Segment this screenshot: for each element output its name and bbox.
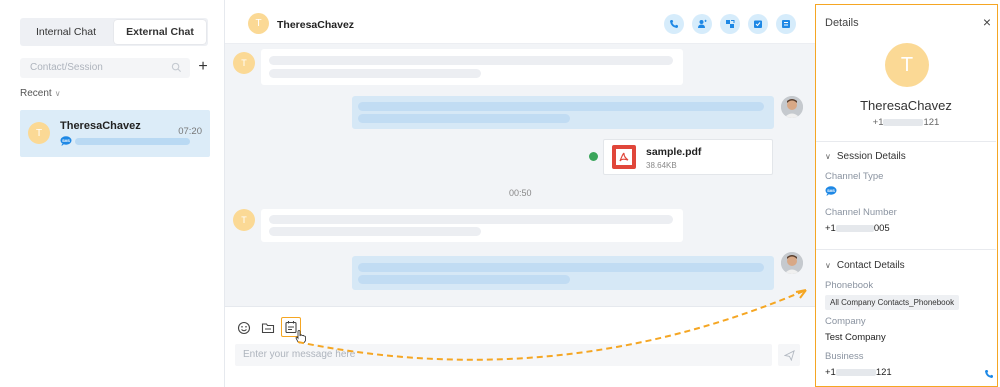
divider bbox=[816, 141, 996, 142]
phone-icon bbox=[670, 20, 678, 28]
session-item[interactable]: T TheresaChavez 07:20 SMS bbox=[20, 110, 210, 157]
business-number-value: +1 121 bbox=[825, 367, 892, 378]
tab-external-chat[interactable]: External Chat bbox=[114, 20, 206, 44]
send-icon bbox=[783, 349, 795, 361]
search-placeholder: Contact/Session bbox=[30, 62, 103, 73]
sms-icon: SMS bbox=[60, 136, 72, 146]
session-details-toggle[interactable]: ∨ Session Details bbox=[825, 151, 906, 162]
chat-title: TheresaChavez bbox=[277, 19, 355, 31]
contact-details-toggle[interactable]: ∨ Contact Details bbox=[825, 260, 905, 271]
avatar: T bbox=[248, 13, 269, 34]
svg-text:SMS: SMS bbox=[62, 139, 70, 143]
channel-type-label: Channel Type bbox=[825, 171, 884, 182]
phone-suffix: 121 bbox=[923, 117, 940, 128]
company-value: Test Company bbox=[825, 332, 886, 343]
chevron-down-icon: ∨ bbox=[825, 261, 831, 270]
section-title: Session Details bbox=[836, 151, 906, 162]
phone-icon[interactable] bbox=[984, 369, 994, 379]
message-composer: Enter your message here bbox=[225, 306, 815, 387]
message-line bbox=[269, 215, 673, 224]
message-line bbox=[358, 263, 764, 272]
phonebook-label: Phonebook bbox=[825, 280, 874, 291]
message-line bbox=[269, 56, 673, 65]
agent-avatar bbox=[781, 252, 803, 274]
download-icon[interactable] bbox=[589, 152, 598, 161]
cursor-hand-icon bbox=[295, 330, 306, 344]
number-prefix: +1 bbox=[825, 367, 836, 378]
recent-label: Recent bbox=[20, 88, 52, 99]
redacted-mask bbox=[835, 224, 874, 232]
outgoing-message bbox=[352, 96, 774, 129]
agent-avatar bbox=[781, 96, 803, 118]
message-line bbox=[269, 227, 481, 236]
chat-type-tabs: Internal Chat External Chat bbox=[20, 18, 208, 46]
redacted-mask bbox=[883, 118, 924, 126]
file-attachment[interactable]: sample.pdf 38.64KB bbox=[603, 139, 773, 175]
phone-prefix: +1 bbox=[872, 117, 884, 128]
business-label: Business bbox=[825, 351, 864, 362]
company-label: Company bbox=[825, 316, 866, 327]
session-list-panel: Internal Chat External Chat Contact/Sess… bbox=[0, 0, 225, 387]
message-line bbox=[358, 102, 764, 111]
file-name: sample.pdf bbox=[646, 146, 702, 158]
message-line bbox=[358, 275, 570, 284]
add-contact-icon bbox=[698, 19, 707, 28]
send-button[interactable] bbox=[778, 344, 800, 366]
contact-phone: +1 121 bbox=[816, 117, 996, 128]
close-session-icon bbox=[782, 20, 790, 28]
file-button[interactable] bbox=[261, 321, 275, 335]
archive-button[interactable] bbox=[748, 14, 768, 34]
plus-icon[interactable]: + bbox=[196, 57, 210, 77]
channel-number-label: Channel Number bbox=[825, 207, 897, 218]
contact-name: TheresaChavez bbox=[860, 98, 952, 113]
session-time: 07:20 bbox=[178, 126, 202, 137]
tab-internal-chat[interactable]: Internal Chat bbox=[20, 18, 112, 46]
incoming-message bbox=[261, 49, 683, 85]
message-input[interactable]: Enter your message here bbox=[235, 344, 772, 366]
session-contact-name: TheresaChavez bbox=[60, 120, 141, 132]
message-timestamp: 00:50 bbox=[509, 188, 532, 198]
call-button[interactable] bbox=[664, 14, 684, 34]
message-line bbox=[358, 114, 570, 123]
recent-filter[interactable]: Recent ∨ bbox=[20, 88, 61, 99]
search-icon[interactable] bbox=[171, 62, 182, 73]
emoji-icon bbox=[237, 321, 251, 335]
section-title: Contact Details bbox=[836, 260, 905, 271]
file-size: 38.64KB bbox=[646, 161, 677, 170]
pdf-icon bbox=[612, 145, 636, 169]
message-preview bbox=[75, 138, 190, 145]
number-prefix: +1 bbox=[825, 223, 836, 234]
outgoing-message bbox=[352, 256, 774, 290]
redacted-mask bbox=[835, 368, 876, 376]
chevron-down-icon: ∨ bbox=[54, 89, 61, 98]
details-panel: Details × T TheresaChavez +1 121 ∨ Session… bbox=[815, 4, 998, 387]
avatar: T bbox=[233, 52, 255, 74]
divider bbox=[816, 249, 996, 250]
transfer-button[interactable] bbox=[720, 14, 740, 34]
chat-header: T TheresaChavez bbox=[225, 0, 815, 44]
avatar: T bbox=[885, 43, 929, 87]
phonebook-tag: All Company Contacts_Phonebook bbox=[825, 295, 960, 310]
svg-text:SMS: SMS bbox=[827, 189, 835, 193]
search-input[interactable]: Contact/Session bbox=[20, 58, 190, 78]
close-session-button[interactable] bbox=[776, 14, 796, 34]
avatar: T bbox=[233, 209, 255, 231]
message-line bbox=[269, 69, 481, 78]
avatar: T bbox=[28, 122, 50, 144]
chat-area: T TheresaChavez T sample.pdf 38.64KB 00:… bbox=[225, 0, 815, 387]
folder-icon bbox=[261, 323, 275, 334]
chevron-down-icon: ∨ bbox=[825, 152, 831, 161]
channel-number-value: +1 005 bbox=[825, 223, 890, 234]
emoji-button[interactable] bbox=[237, 321, 251, 335]
close-icon[interactable]: × bbox=[983, 14, 991, 30]
sms-icon: SMS bbox=[825, 186, 837, 196]
archive-icon bbox=[754, 20, 762, 28]
details-title: Details bbox=[825, 17, 859, 29]
number-suffix: 121 bbox=[875, 367, 892, 378]
add-contact-button[interactable] bbox=[692, 14, 712, 34]
transfer-icon bbox=[726, 20, 735, 28]
incoming-message bbox=[261, 209, 683, 242]
number-suffix: 005 bbox=[873, 223, 890, 234]
